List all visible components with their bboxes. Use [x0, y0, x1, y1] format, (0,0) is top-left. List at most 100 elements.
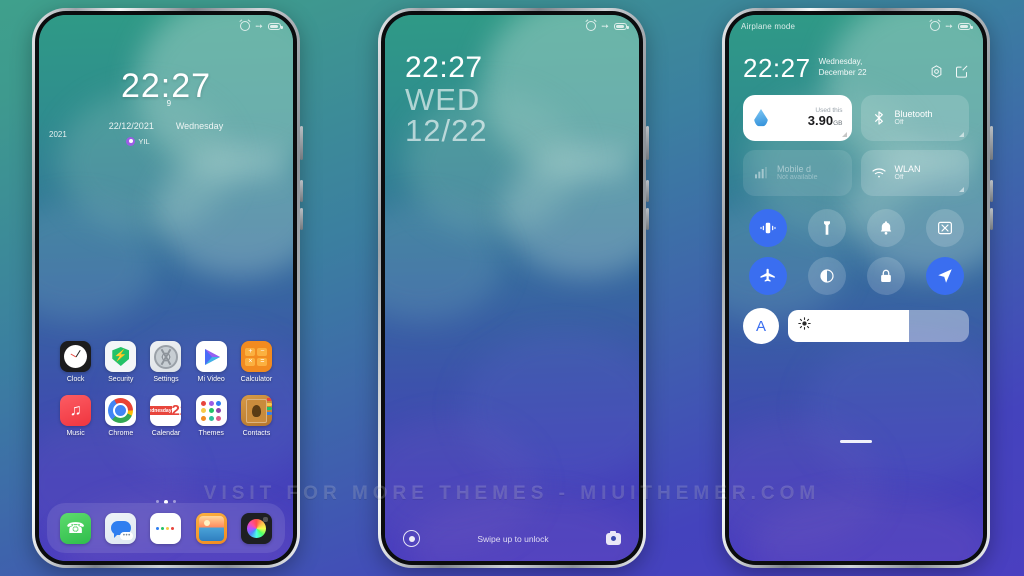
phone-2-status-bar: ➚	[385, 15, 639, 37]
camera-icon[interactable]	[606, 530, 621, 545]
camera-lens-icon[interactable]	[240, 512, 272, 544]
lock-weekday: WED	[405, 81, 481, 117]
lock-clock-widget: 22:27 WED 12/22	[405, 51, 488, 147]
tile-subtitle: Off	[894, 174, 904, 182]
phone-3-screen: Airplane mode ➚ 22:27 Wednesday, Decembe…	[729, 15, 983, 561]
app-calculator[interactable]: + − × = Calculator	[234, 341, 279, 383]
phone-3-control-center: Airplane mode ➚ 22:27 Wednesday, Decembe…	[722, 8, 993, 568]
data-usage-value: 3.90	[807, 113, 834, 129]
toggle-location[interactable]	[925, 257, 964, 295]
app-settings[interactable]: Settings	[143, 341, 188, 383]
toggle-screen-lock[interactable]	[866, 257, 905, 295]
quick-toggle-row	[743, 209, 969, 295]
volume-down-button[interactable]	[646, 208, 649, 230]
control-center-panel: 22:27 Wednesday, December 22 Used this 3…	[729, 15, 983, 561]
app-security[interactable]: ⚡ Security	[98, 341, 143, 383]
contacts-icon	[240, 395, 272, 426]
phone-2-lock-screen: ➚ 22:27 WED 12/22 Swipe up to unlock	[378, 8, 649, 568]
quick-settings-tiles: Used this 3.90GB Bluetooth Off Mobile d …	[743, 95, 969, 196]
volume-up-button[interactable]	[646, 180, 649, 202]
calendar-weekday: Wednesday	[150, 406, 172, 415]
cc-time: 22:27	[743, 53, 811, 83]
app-label: Calendar	[151, 430, 181, 437]
owner-name: YIL	[138, 137, 150, 146]
home-clock-widget: 22:27 9 22/12/2021 Wednesday YIL 2021	[39, 69, 293, 146]
tile-corner-icon	[841, 132, 847, 137]
tile-bluetooth[interactable]: Bluetooth Off	[860, 95, 969, 141]
power-button[interactable]	[300, 126, 303, 160]
app-grid: Clock ⚡ Security Settings Mi Video + − ×…	[39, 341, 293, 437]
clock-time: 22:27	[120, 67, 212, 105]
clock-date: 22/12/2021	[108, 121, 154, 131]
settings-icon[interactable]	[929, 64, 944, 79]
app-label: Clock	[66, 376, 85, 383]
signal-bars-icon	[752, 164, 770, 182]
airplane-icon: ➚	[599, 19, 612, 32]
tile-mobile-data[interactable]: Mobile d Not available	[743, 150, 852, 196]
volume-up-button[interactable]	[990, 180, 993, 202]
app-label: Music	[66, 430, 85, 437]
settings-gear-icon	[150, 341, 182, 372]
toggle-ringer[interactable]	[866, 209, 905, 247]
data-usage-unit: GB	[833, 120, 843, 128]
app-label: Mi Video	[197, 376, 225, 383]
volume-up-button[interactable]	[300, 180, 303, 202]
bluetooth-icon	[870, 109, 888, 127]
phone-handset-icon[interactable]: ☎	[60, 512, 92, 544]
screenshot-stage: ➚ 22:27 9 22/12/2021 Wednesday YIL 2021 …	[0, 0, 1024, 576]
app-clock[interactable]: Clock	[53, 341, 98, 383]
wifi-icon	[870, 164, 888, 182]
app-themes[interactable]: Themes	[189, 395, 234, 437]
dock: ☎ •••	[47, 503, 285, 553]
tile-wlan[interactable]: WLAN Off	[860, 150, 969, 196]
voice-assistant-icon[interactable]	[403, 530, 420, 547]
notes-list-icon[interactable]	[150, 512, 182, 544]
owner-info: YIL 2021	[39, 130, 265, 146]
phone-3-bezel: Airplane mode ➚ 22:27 Wednesday, Decembe…	[725, 11, 987, 565]
tile-subtitle: Not available	[777, 174, 818, 182]
app-chrome[interactable]: Chrome	[98, 395, 143, 437]
calc-key: −	[257, 347, 268, 356]
calendar-day: 22	[171, 402, 182, 419]
lock-bottom-bar: Swipe up to unlock	[385, 530, 639, 547]
power-button[interactable]	[990, 126, 993, 160]
volume-down-button[interactable]	[300, 208, 303, 230]
lock-time: 22:27	[405, 51, 483, 84]
toggle-airplane-mode[interactable]	[748, 257, 787, 295]
message-bubble-icon[interactable]: •••	[105, 512, 137, 544]
app-calendar[interactable]: Wednesday 22 Calendar	[143, 395, 188, 437]
phone-1-home-screen: ➚ 22:27 9 22/12/2021 Wednesday YIL 2021 …	[32, 8, 303, 568]
clock-badge: 9	[166, 99, 172, 108]
control-center-header: 22:27 Wednesday, December 22	[743, 55, 969, 81]
calc-key: ×	[245, 357, 256, 366]
toggle-screenshot[interactable]	[925, 209, 964, 247]
toggle-vibrate[interactable]	[748, 209, 787, 247]
calc-key: =	[257, 357, 268, 366]
gallery-photo-icon[interactable]	[195, 512, 227, 544]
cc-date-line-1: Wednesday,	[818, 57, 863, 67]
home-indicator[interactable]	[840, 440, 872, 443]
tile-corner-icon	[959, 187, 964, 192]
auto-brightness-icon[interactable]: A	[743, 308, 779, 344]
power-button[interactable]	[646, 126, 649, 160]
tile-data-usage[interactable]: Used this 3.90GB	[743, 95, 852, 141]
edit-icon[interactable]	[954, 64, 969, 79]
app-music[interactable]: ♫ Music	[53, 395, 98, 437]
calculator-icon: + − × =	[240, 341, 272, 372]
toggle-dark-mode[interactable]	[807, 257, 846, 295]
app-mi-video[interactable]: Mi Video	[189, 341, 234, 383]
toggle-flashlight[interactable]	[807, 209, 846, 247]
app-label: Calculator	[240, 376, 273, 383]
brightness-row: A	[743, 308, 969, 344]
app-contacts[interactable]: Contacts	[234, 395, 279, 437]
brightness-slider[interactable]	[788, 310, 969, 342]
tile-title: Mobile d	[777, 163, 812, 174]
app-label: Chrome	[108, 430, 134, 437]
music-note-icon: ♫	[60, 395, 92, 426]
volume-down-button[interactable]	[990, 208, 993, 230]
alarm-icon	[586, 21, 597, 31]
unlock-hint: Swipe up to unlock	[477, 533, 549, 544]
security-shield-icon: ⚡	[105, 341, 137, 372]
themes-icon	[195, 395, 227, 426]
phone-1-status-bar: ➚	[39, 15, 293, 37]
